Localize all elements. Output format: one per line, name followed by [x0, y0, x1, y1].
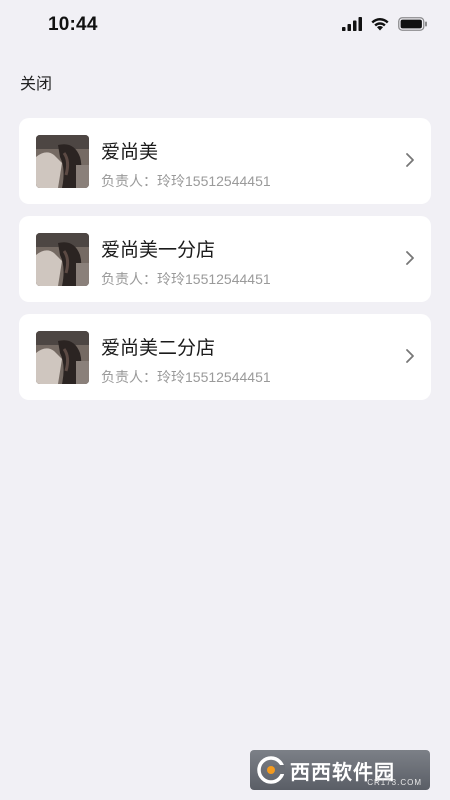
store-name: 爱尚美二分店	[101, 338, 216, 359]
store-card[interactable]: 爱尚美一分店 负责人：玲玲15512544451	[19, 216, 431, 302]
store-manager: 负责人：玲玲15512544451	[101, 271, 271, 287]
store-thumbnail	[36, 233, 89, 286]
cellular-signal-icon	[342, 16, 362, 31]
chevron-right-icon	[406, 251, 414, 265]
store-card[interactable]: 爱尚美二分店 负责人：玲玲15512544451	[19, 314, 431, 400]
store-name: 爱尚美	[101, 142, 159, 163]
store-name: 爱尚美一分店	[101, 240, 216, 261]
status-time: 10:44	[48, 14, 98, 35]
status-icons	[342, 16, 428, 31]
battery-icon	[398, 16, 427, 31]
chevron-right-icon	[406, 349, 414, 363]
wifi-icon	[371, 18, 389, 31]
store-manager: 负责人：玲玲15512544451	[101, 173, 271, 189]
store-manager: 负责人：玲玲15512544451	[101, 369, 271, 385]
store-thumbnail	[36, 331, 89, 384]
store-card[interactable]: 爱尚美 负责人：玲玲15512544451	[19, 118, 431, 204]
store-thumbnail	[36, 135, 89, 188]
watermark-logo: 西西软件园 CR173.COM	[250, 750, 430, 790]
close-button[interactable]: 关闭	[20, 70, 52, 94]
store-list: 爱尚美 负责人：玲玲15512544451 爱尚美一分店 负责人：玲玲15512…	[19, 118, 431, 412]
watermark-mark-icon	[257, 756, 285, 784]
status-bar: 10:44	[0, 0, 450, 54]
chevron-right-icon	[406, 153, 414, 167]
watermark-subtext: CR173.COM	[367, 778, 422, 787]
